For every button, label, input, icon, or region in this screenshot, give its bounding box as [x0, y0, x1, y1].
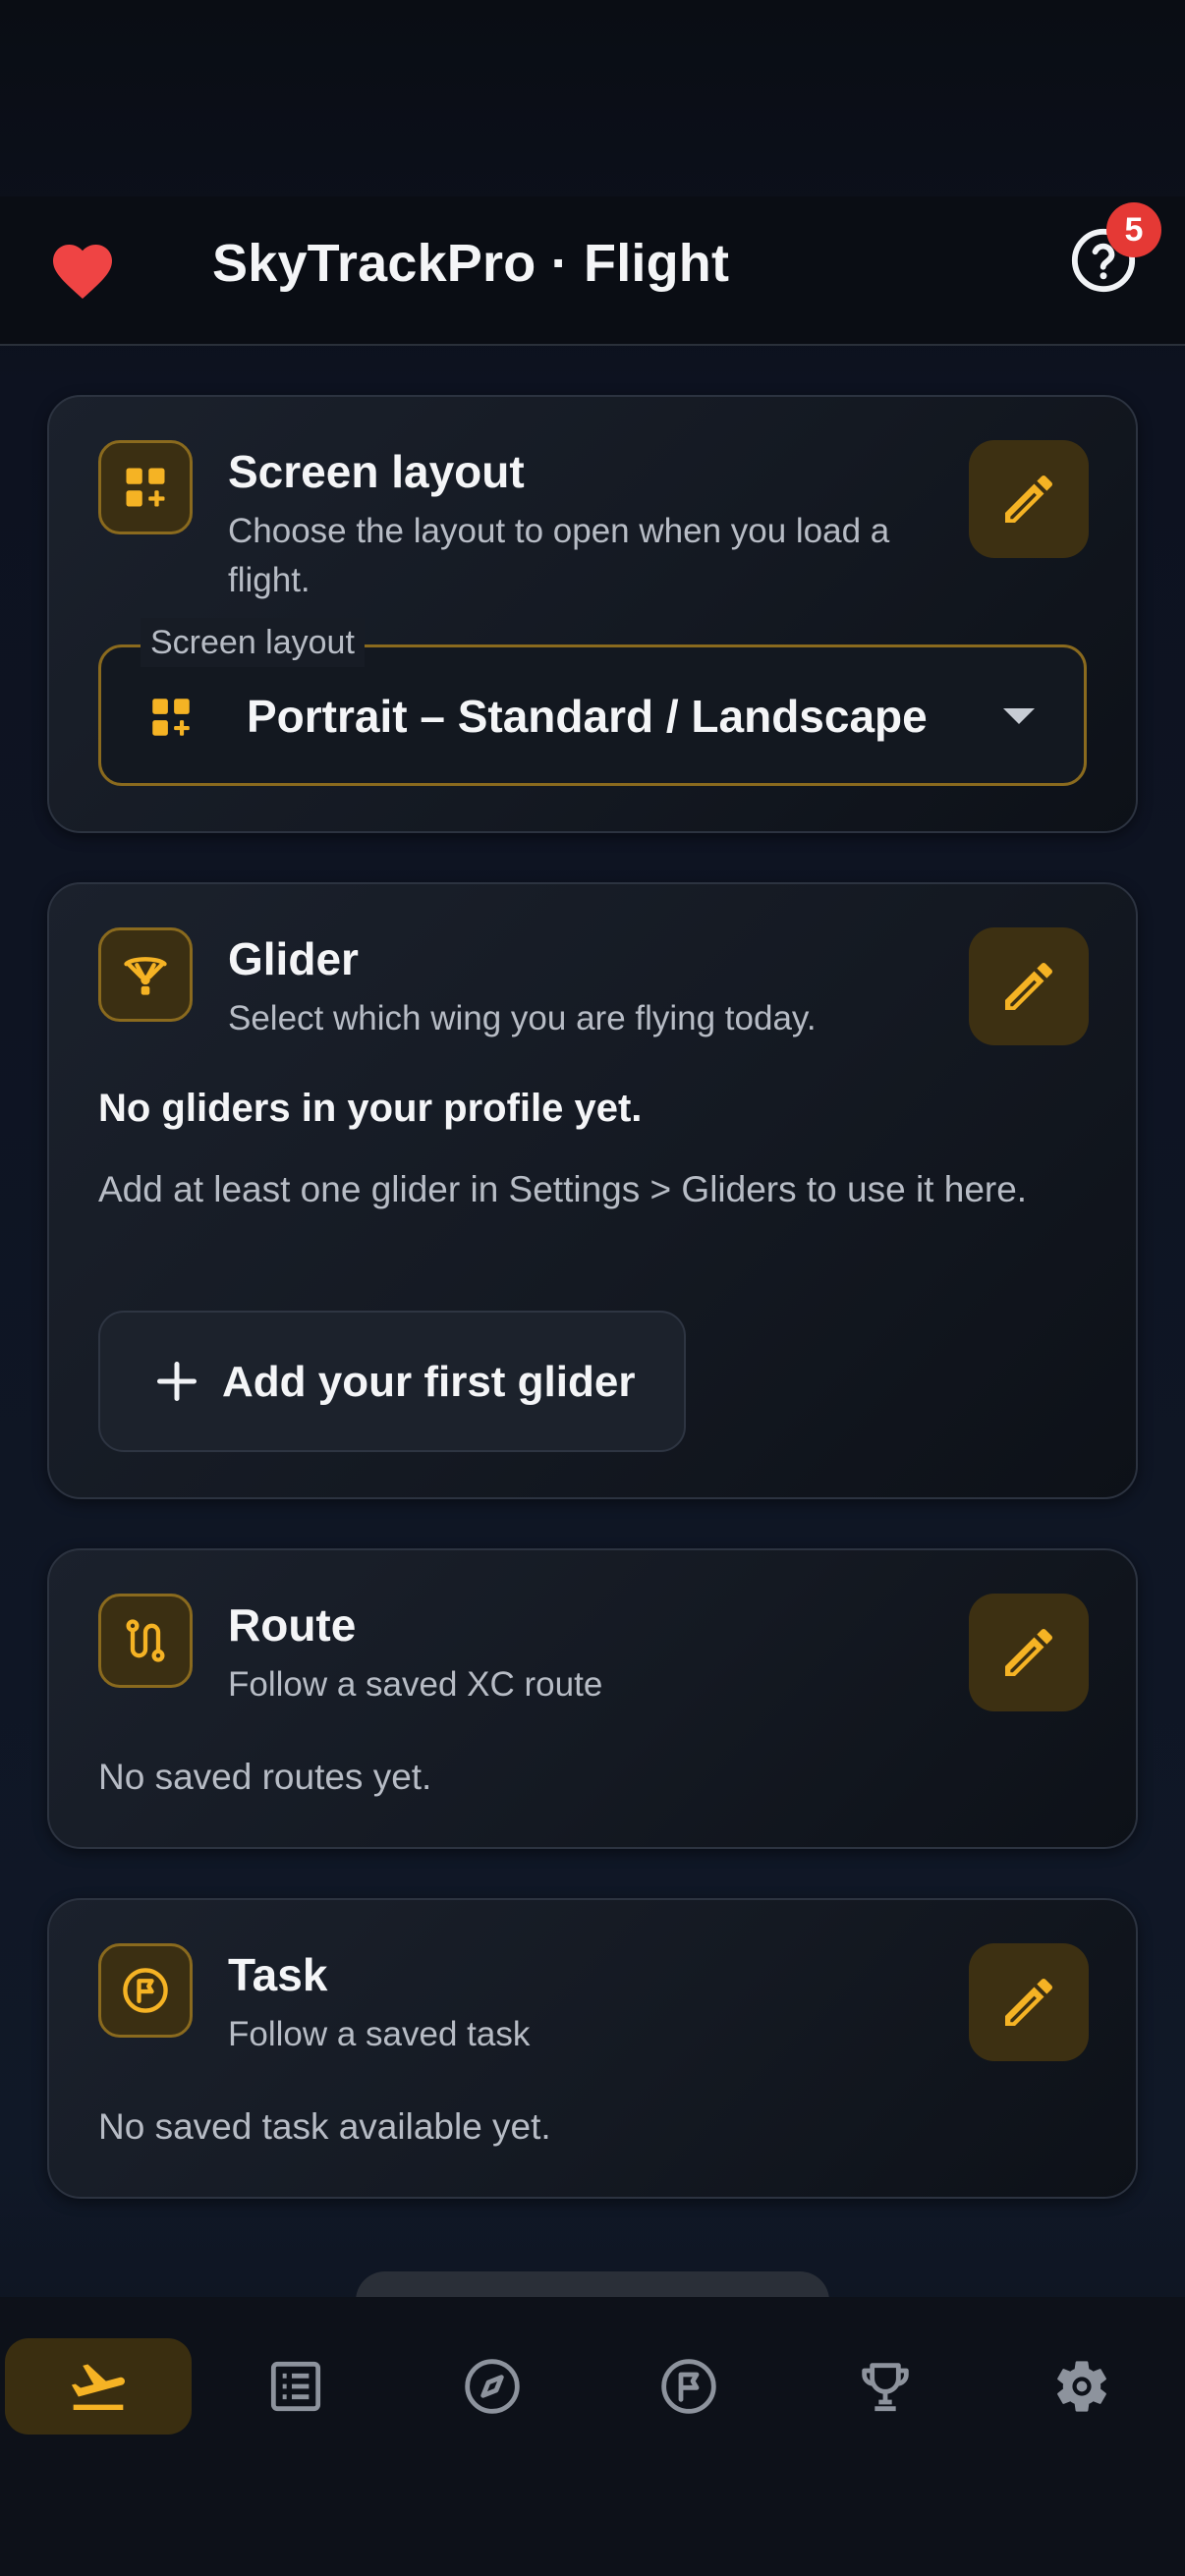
page-title: SkyTrackPro · Flight: [212, 234, 730, 293]
pencil-icon: [1005, 962, 1053, 1010]
gear-icon: [1057, 2361, 1106, 2412]
select-value: Portrait – Standard / Landscape: [247, 691, 928, 742]
task-card: Task Follow a saved task No saved task a…: [47, 1898, 1138, 2199]
select-label: Screen layout: [141, 618, 365, 667]
empty-state-text: No saved routes yet.: [98, 1757, 432, 1797]
logbook-icon: [270, 2361, 321, 2412]
chevron-down-icon: [1003, 708, 1035, 724]
empty-state-text: Add at least one glider in Settings > Gl…: [98, 1169, 1028, 1209]
screen-layout-select[interactable]: Screen layout Portrait – Standard / Land…: [98, 618, 1087, 786]
empty-state-text: No saved task available yet.: [98, 2106, 551, 2147]
pencil-icon: [1005, 1628, 1053, 1676]
edit-route-button[interactable]: [969, 1594, 1089, 1711]
empty-state-title: No gliders in your profile yet.: [98, 1087, 643, 1130]
dashboard-add-icon: [152, 699, 190, 736]
route-card: Route Follow a saved XC route No saved r…: [47, 1548, 1138, 1849]
nav-logbook[interactable]: [202, 2338, 389, 2435]
card-title: Route: [228, 1599, 357, 1651]
card-subtitle: Select which wing you are flying today.: [228, 999, 817, 1037]
screen-layout-card: Screen layout Choose the layout to open …: [47, 395, 1138, 833]
paraglider-icon: [98, 927, 193, 1022]
route-icon: [98, 1594, 193, 1688]
dashboard-add-icon: [98, 440, 193, 534]
takeoff-icon: [71, 2364, 125, 2410]
edit-task-button[interactable]: [969, 1943, 1089, 2061]
notification-badge: 5: [1106, 202, 1161, 257]
nav-trophy[interactable]: [792, 2338, 979, 2435]
pencil-icon: [1005, 475, 1053, 523]
glider-card: Glider Select which wing you are flying …: [47, 882, 1138, 1499]
nav-compass[interactable]: [399, 2338, 586, 2435]
nav-flight[interactable]: [5, 2338, 192, 2435]
edit-layout-button[interactable]: [969, 440, 1089, 558]
nav-task[interactable]: [595, 2338, 782, 2435]
compass-icon: [465, 2359, 520, 2414]
task-flag-icon: [661, 2359, 716, 2414]
flight-screen: SkyTrackPro · Flight 5 Screen layout Cho…: [0, 0, 1185, 2576]
add-glider-label: Add your first glider: [222, 1358, 636, 1406]
card-subtitle: Follow a saved XC route: [228, 1665, 603, 1704]
card-subtitle: Follow a saved task: [228, 2015, 531, 2053]
bottom-nav: [0, 2297, 1185, 2576]
task-flag-icon: [98, 1943, 193, 2038]
plus-icon: [157, 1362, 197, 1401]
pencil-icon: [1005, 1978, 1053, 2026]
card-title: Glider: [228, 933, 359, 984]
trophy-icon: [862, 2363, 909, 2412]
card-title: Task: [228, 1949, 328, 2000]
card-title: Screen layout: [228, 446, 525, 497]
heart-icon[interactable]: [47, 236, 118, 307]
add-glider-button[interactable]: Add your first glider: [98, 1311, 686, 1452]
app-header: SkyTrackPro · Flight 5: [0, 196, 1185, 346]
nav-settings[interactable]: [988, 2338, 1175, 2435]
card-subtitle: Choose the layout to open when you load …: [228, 512, 890, 599]
edit-glider-button[interactable]: [969, 927, 1089, 1045]
